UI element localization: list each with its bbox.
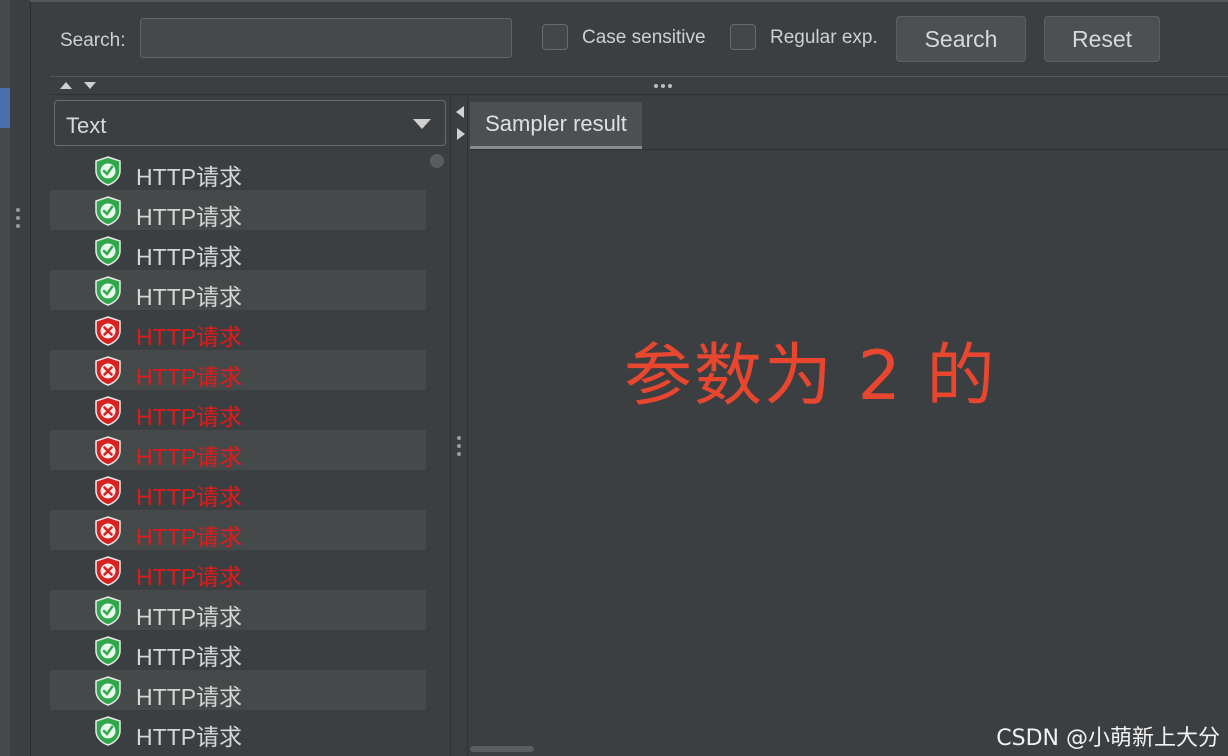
panel-divider [50,94,1228,95]
tree-row[interactable]: HTTP请求 [50,670,426,710]
tree-row-label: HTTP请求 [136,324,243,350]
tree-row[interactable]: HTTP请求 [50,390,426,430]
horizontal-splitter-handle[interactable] [654,84,672,88]
results-tree: HTTP请求 HTTP请求 HTTP请求 HTTP请求 HTTP请求 HTTP请求 HTTP… [50,150,426,750]
shield-check-icon [95,636,121,666]
shield-x-icon [95,316,121,346]
shield-check-icon [95,196,121,226]
shield-x-icon [95,396,121,426]
horizontal-scrollbar[interactable] [470,746,534,752]
tree-row-label: HTTP请求 [136,484,243,510]
tree-scrollbar[interactable] [430,154,444,168]
left-tool-strip [0,0,31,756]
tree-row-label: HTTP请求 [136,244,243,270]
tree-row[interactable]: HTTP请求 [50,310,426,350]
expand-right-icon[interactable] [457,128,465,140]
shield-x-icon [95,556,121,586]
sampler-result-content: 参数为 2 的 [470,150,1228,756]
renderer-selected-value: Text [66,113,107,138]
tree-row-label: HTTP请求 [136,684,243,710]
tree-row[interactable]: HTTP请求 [50,590,426,630]
active-tool-indicator[interactable] [0,88,10,128]
search-input[interactable] [140,18,512,58]
search-label: Search: [60,30,126,51]
tree-row-label: HTTP请求 [136,284,243,310]
reset-button[interactable]: Reset [1044,16,1160,62]
shield-check-icon [95,676,121,706]
case-sensitive-checkbox[interactable] [542,24,568,50]
shield-check-icon [95,236,121,266]
tree-row[interactable]: HTTP请求 [50,710,426,750]
tree-row-label: HTTP请求 [136,444,243,470]
tree-row-label: HTTP请求 [136,404,243,430]
tab-sampler-result[interactable]: Sampler result [470,102,642,150]
tree-row[interactable]: HTTP请求 [50,510,426,550]
results-tree-panel: Text HTTP请求 HTTP请求 HTTP请求 HTTP请求 HTTP请求 HTTP请… [50,96,450,756]
shield-check-icon [95,276,121,306]
collapse-expand-arrows[interactable] [60,80,102,93]
tree-row[interactable]: HTTP请求 [50,430,426,470]
vertical-splitter[interactable] [450,96,468,756]
up-down-arrows-icon[interactable] [60,80,102,90]
chevron-down-icon[interactable] [413,119,431,129]
search-bar: Search: Case sensitive Regular exp. Sear… [50,2,1228,76]
case-sensitive-label: Case sensitive [582,27,706,48]
tree-row[interactable]: HTTP请求 [50,230,426,270]
watermark: CSDN @小萌新上大分 [996,726,1220,751]
tree-row-label: HTTP请求 [136,604,243,630]
shield-x-icon [95,476,121,506]
tree-row-label: HTTP请求 [136,524,243,550]
tree-row[interactable]: HTTP请求 [50,630,426,670]
tree-row-label: HTTP请求 [136,644,243,670]
regular-exp-label: Regular exp. [770,27,878,48]
overlay-annotation: 参数为 2 的 [624,337,997,416]
tree-row[interactable]: HTTP请求 [50,550,426,590]
strip-drag-handle[interactable] [16,208,22,232]
shield-x-icon [95,516,121,546]
tree-row[interactable]: HTTP请求 [50,270,426,310]
search-divider [50,76,1228,77]
splitter-drag-handle[interactable] [457,436,461,460]
shield-x-icon [95,356,121,386]
tree-row-label: HTTP请求 [136,164,243,190]
collapse-left-icon[interactable] [456,106,464,118]
tree-row[interactable]: HTTP请求 [50,350,426,390]
shield-check-icon [95,156,121,186]
tree-row-label: HTTP请求 [136,364,243,390]
tree-row[interactable]: HTTP请求 [50,190,426,230]
tree-row[interactable]: HTTP请求 [50,470,426,510]
shield-x-icon [95,436,121,466]
tree-row-label: HTTP请求 [136,204,243,230]
shield-check-icon [95,716,121,746]
tree-row-label: HTTP请求 [136,724,243,750]
tree-row[interactable]: HTTP请求 [50,150,426,190]
search-button[interactable]: Search [896,16,1026,62]
result-detail-panel: Sampler result 参数为 2 的 [470,96,1228,756]
regular-exp-checkbox[interactable] [730,24,756,50]
tree-row-label: HTTP请求 [136,564,243,590]
shield-check-icon [95,596,121,626]
renderer-dropdown[interactable]: Text [54,100,446,146]
